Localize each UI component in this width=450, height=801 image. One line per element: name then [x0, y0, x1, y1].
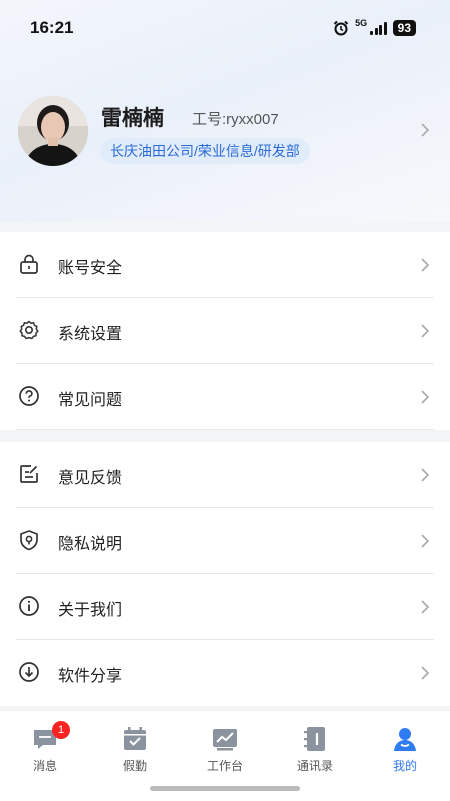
user-name: 雷楠楠	[101, 107, 164, 130]
chevron-right-icon	[421, 258, 430, 272]
chevron-right-icon	[421, 324, 430, 338]
tab-me[interactable]: 我的	[360, 725, 450, 774]
info-icon	[19, 596, 39, 616]
tab-label: 我的	[392, 759, 417, 773]
menu-item-label: 系统设置	[58, 326, 123, 343]
contacts-book-icon	[304, 727, 325, 751]
calendar-icon	[124, 727, 146, 750]
chevron-right-icon	[421, 390, 430, 404]
tab-label: 通讯录	[296, 759, 333, 773]
menu-item-label: 关于我们	[58, 602, 123, 619]
battery-level: 93	[392, 20, 416, 36]
status-indicators: 5G 93	[333, 18, 416, 36]
menu-group-account: 账号安全 系统设置 常见问题	[0, 232, 450, 430]
tab-label: 消息	[32, 759, 57, 773]
profile-card[interactable]: 雷楠楠 工号:ryxx007 长庆油田公司/荣业信息/研发部	[0, 92, 450, 172]
unread-badge: 1	[52, 721, 70, 739]
menu-item-privacy[interactable]: 隐私说明	[0, 508, 450, 574]
tab-messages[interactable]: 1 消息	[0, 721, 90, 774]
menu-item-label: 软件分享	[58, 668, 123, 685]
menu-item-label: 隐私说明	[58, 536, 123, 553]
download-share-icon	[19, 662, 39, 682]
divider	[16, 429, 434, 430]
department-tag: 长庆油田公司/荣业信息/研发部	[100, 138, 310, 164]
person-icon	[394, 728, 416, 751]
tab-contacts[interactable]: 通讯录	[270, 725, 360, 774]
menu-item-label: 账号安全	[58, 260, 123, 277]
network-type: 5G	[355, 18, 368, 28]
chevron-right-icon	[421, 600, 430, 614]
status-time: 16:21	[30, 18, 74, 37]
chevron-right-icon	[421, 534, 430, 548]
tab-workbench[interactable]: 工作台	[180, 725, 270, 774]
menu-item-account-security[interactable]: 账号安全	[0, 232, 450, 298]
menu-group-about: 意见反馈 隐私说明 关于我们 软件分享	[0, 442, 450, 706]
employee-id: 工号:ryxx007	[192, 111, 279, 128]
menu-item-faq[interactable]: 常见问题	[0, 364, 450, 430]
chevron-right-icon	[421, 666, 430, 680]
menu-item-label: 常见问题	[58, 392, 123, 409]
tab-leave-attendance[interactable]: 假勤	[90, 725, 180, 774]
tab-label: 假勤	[122, 759, 147, 773]
chevron-right-icon	[421, 468, 430, 482]
menu-item-feedback[interactable]: 意见反馈	[0, 442, 450, 508]
question-icon	[19, 386, 39, 406]
avatar[interactable]	[18, 96, 88, 166]
menu-item-label: 意见反馈	[58, 470, 123, 487]
gear-icon	[19, 320, 39, 340]
privacy-shield-icon	[20, 530, 38, 551]
alarm-icon	[333, 20, 349, 36]
lock-icon	[20, 254, 38, 274]
chevron-right-icon	[421, 123, 430, 137]
home-indicator	[150, 786, 300, 791]
menu-item-about-us[interactable]: 关于我们	[0, 574, 450, 640]
tab-label: 工作台	[206, 759, 243, 773]
workbench-chart-icon	[213, 729, 237, 751]
menu-item-share-app[interactable]: 软件分享	[0, 640, 450, 706]
status-bar: 16:21 5G 93	[0, 0, 450, 56]
feedback-edit-icon	[20, 465, 38, 483]
signal-icon	[370, 21, 387, 35]
avatar-photo	[18, 96, 88, 166]
menu-item-system-settings[interactable]: 系统设置	[0, 298, 450, 364]
